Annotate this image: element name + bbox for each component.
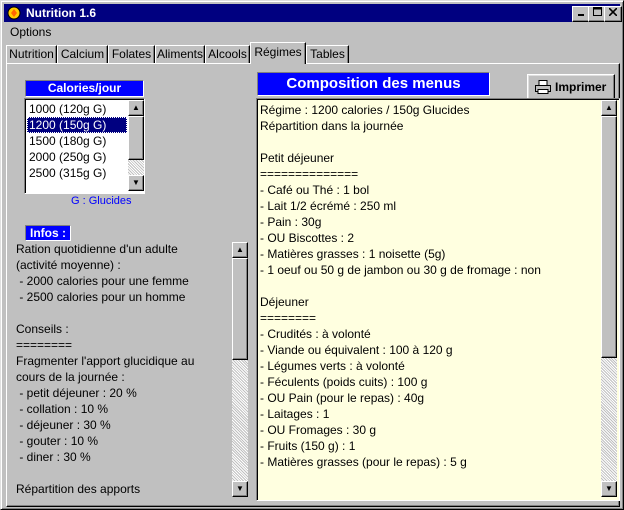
menu-line: - Café ou Thé : 1 bol xyxy=(260,183,370,197)
info-line: - petit déjeuner : 20 % xyxy=(16,386,137,400)
scroll-thumb[interactable] xyxy=(128,116,144,160)
menu-line: Petit déjeuner xyxy=(260,151,335,165)
scroll-thumb[interactable] xyxy=(601,116,617,358)
arrow-up-icon: ▲ xyxy=(605,103,613,112)
tab-calcium[interactable]: Calcium xyxy=(57,45,108,63)
app-window: Nutrition 1.6 Options Nutrition Calcium … xyxy=(0,0,624,510)
app-icon xyxy=(7,6,21,20)
info-line: Fragmenter l'apport glucidique au xyxy=(16,354,195,368)
menus-title: Composition des menus xyxy=(257,72,490,96)
info-line: - diner : 30 % xyxy=(16,450,91,464)
tab-tables[interactable]: Tables xyxy=(306,45,349,63)
menu-line: ============== xyxy=(260,167,359,181)
glucides-caption: G : Glucides xyxy=(71,195,132,207)
infos-label: Infos : xyxy=(25,225,71,241)
menu-line: - Laitages : 1 xyxy=(260,407,330,421)
scroll-up-button[interactable]: ▲ xyxy=(601,100,617,116)
menus-memo[interactable]: Régime : 1200 calories / 150g Glucides R… xyxy=(256,98,620,501)
infos-text: Ration quotidienne d'un adulte (activité… xyxy=(16,241,231,497)
menu-bar: Options xyxy=(4,24,620,42)
menu-line: Régime : 1200 calories / 150g Glucides xyxy=(260,103,470,117)
menu-line: - Féculents (poids cuits) : 100 g xyxy=(260,375,428,389)
arrow-up-icon: ▲ xyxy=(236,245,244,254)
title-bar[interactable]: Nutrition 1.6 xyxy=(4,4,622,22)
menu-line: - Matières grasses (pour le repas) : 5 g xyxy=(260,455,467,469)
menu-line: - OU Pain (pour le repas) : 40g xyxy=(260,391,425,405)
close-button[interactable] xyxy=(604,6,622,22)
close-icon xyxy=(608,7,618,17)
menu-line: - Légumes verts : à volonté xyxy=(260,359,405,373)
info-line: - 2500 calories pour un homme xyxy=(16,290,186,304)
menu-line: - Viande ou équivalent : 100 à 120 g xyxy=(260,343,453,357)
tab-folates[interactable]: Folates xyxy=(108,45,155,63)
menu-options[interactable]: Options xyxy=(10,25,51,39)
scroll-down-button[interactable]: ▼ xyxy=(128,175,144,191)
tab-aliments[interactable]: Aliments xyxy=(155,45,205,63)
menu-line: ======== xyxy=(260,311,317,325)
calories-listbox[interactable]: 1000 (120g G) 1200 (150g G) 1500 (180g G… xyxy=(24,98,145,194)
info-line: - gouter : 10 % xyxy=(16,434,99,448)
tab-alcools[interactable]: Alcools xyxy=(205,45,250,63)
menu-line: Répartition dans la journée xyxy=(260,119,404,133)
arrow-down-icon: ▼ xyxy=(236,484,244,493)
scroll-up-button[interactable]: ▲ xyxy=(232,242,248,258)
info-line xyxy=(16,305,231,321)
menu-line: - Matières grasses : 1 noisette (5g) xyxy=(260,247,446,261)
info-line: - collation : 10 % xyxy=(16,402,109,416)
menu-line xyxy=(260,134,598,150)
menu-line: - 1 oeuf ou 50 g de jambon ou 30 g de fr… xyxy=(260,263,541,277)
arrow-down-icon: ▼ xyxy=(132,178,140,187)
menu-line xyxy=(260,278,598,294)
menu-line: - Crudités : à volonté xyxy=(260,327,371,341)
infos-scrollbar[interactable]: ▲ ▼ xyxy=(232,242,248,497)
calories-scrollbar[interactable]: ▲ ▼ xyxy=(128,100,144,191)
calorie-option[interactable]: 1000 (120g G) xyxy=(27,101,127,117)
tab-nutrition[interactable]: Nutrition xyxy=(6,45,57,63)
info-line: cours de la journée : xyxy=(16,370,125,384)
info-line: - 2000 calories pour une femme xyxy=(16,274,189,288)
arrow-down-icon: ▼ xyxy=(605,484,613,493)
print-label: Imprimer xyxy=(555,80,607,94)
menu-line: Déjeuner xyxy=(260,295,309,309)
printer-icon xyxy=(535,80,551,94)
calories-label: Calories/jour xyxy=(25,80,144,97)
info-line xyxy=(16,465,231,481)
minimize-icon xyxy=(578,14,584,16)
menu-line: - OU Biscottes : 2 xyxy=(260,231,355,245)
menu-line: - Fruits (150 g) : 1 xyxy=(260,439,356,453)
menus-scrollbar[interactable]: ▲ ▼ xyxy=(601,100,617,497)
info-line: Répartition des apports xyxy=(16,482,141,496)
menu-line: - Lait 1/2 écrémé : 250 ml xyxy=(260,199,397,213)
calorie-option[interactable]: 1500 (180g G) xyxy=(27,133,127,149)
menu-line: - OU Fromages : 30 g xyxy=(260,423,377,437)
info-line: Conseils : xyxy=(16,322,69,336)
menus-text: Régime : 1200 calories / 150g Glucides R… xyxy=(260,102,598,496)
arrow-up-icon: ▲ xyxy=(132,103,140,112)
info-line: - déjeuner : 30 % xyxy=(16,418,111,432)
maximize-icon xyxy=(592,7,602,16)
tab-strip: Nutrition Calcium Folates Aliments Alcoo… xyxy=(6,42,618,64)
calorie-option-selected[interactable]: 1200 (150g G) xyxy=(27,117,127,133)
print-button[interactable]: Imprimer xyxy=(527,74,615,100)
calorie-option[interactable]: 2500 (315g G) xyxy=(27,165,127,181)
scroll-down-button[interactable]: ▼ xyxy=(601,481,617,497)
info-line: Ration quotidienne d'un adulte xyxy=(16,242,178,256)
menu-line: - Pain : 30g xyxy=(260,215,322,229)
tab-regimes[interactable]: Régimes xyxy=(250,42,306,64)
info-line: ======== xyxy=(16,338,73,352)
scroll-up-button[interactable]: ▲ xyxy=(128,100,144,116)
info-line: (activité moyenne) : xyxy=(16,258,121,272)
calorie-option[interactable]: 2000 (250g G) xyxy=(27,149,127,165)
scroll-down-button[interactable]: ▼ xyxy=(232,481,248,497)
window-title: Nutrition 1.6 xyxy=(26,6,97,20)
scroll-thumb[interactable] xyxy=(232,258,248,360)
